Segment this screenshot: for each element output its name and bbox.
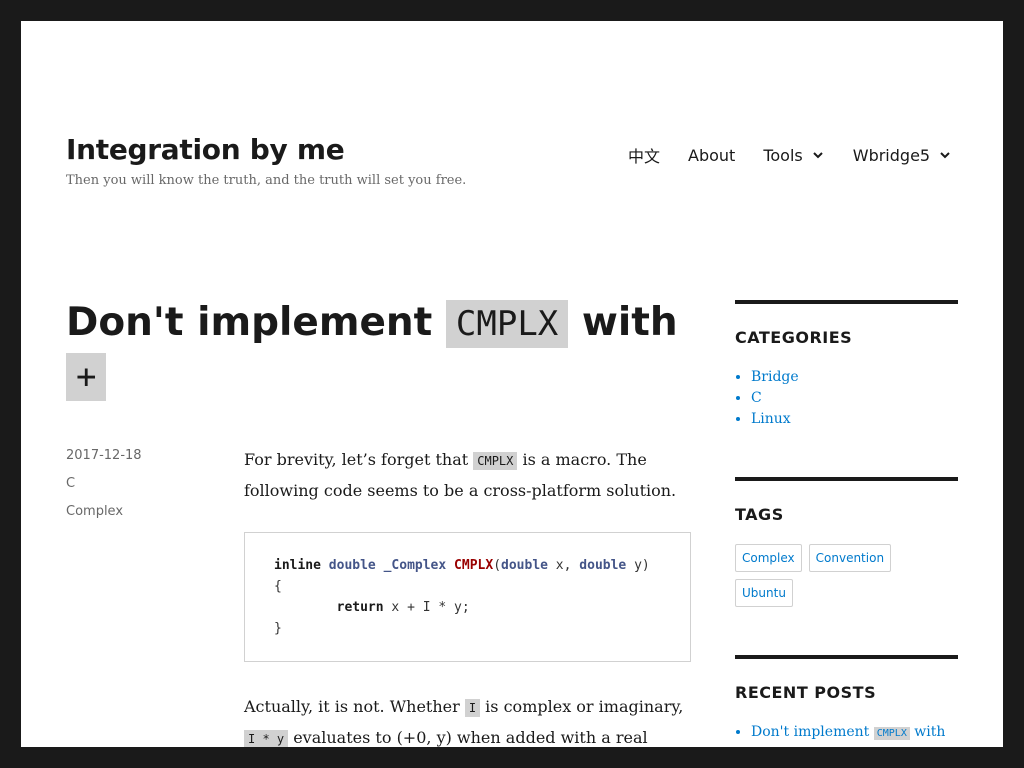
code-text: y) — [626, 558, 650, 573]
inline-code: CMPLX — [473, 452, 518, 470]
category-link-bridge[interactable]: Bridge — [751, 369, 799, 385]
code-text: x, — [547, 558, 580, 573]
code-keyword: return — [336, 600, 384, 615]
code-type: double — [328, 558, 376, 573]
text: Actually, it is not. Whether — [244, 697, 465, 716]
code-text: x + I * y; — [383, 600, 470, 615]
widget-title: TAGS — [735, 505, 784, 524]
post-title: Don't implement CMPLX with + — [66, 297, 706, 403]
inline-code: I * y — [244, 730, 289, 747]
nav-item-label: Wbridge5 — [852, 145, 931, 165]
inline-code: CMPLX — [873, 727, 910, 740]
code-text: ( — [493, 558, 502, 573]
categories-widget: CATEGORIES Bridge C Linux — [735, 300, 958, 430]
tag-link-convention[interactable]: Convention — [808, 544, 892, 572]
list-item: Bridge — [751, 367, 958, 388]
code-text: } — [274, 621, 282, 636]
post-meta: 2017-12-18 C Complex — [66, 448, 142, 532]
list-item: C — [751, 388, 958, 409]
nav-item-wbridge5[interactable]: Wbridge5 — [853, 146, 952, 165]
nav-item-chinese[interactable]: 中文 — [628, 143, 660, 167]
post-date[interactable]: 2017-12-18 — [66, 448, 142, 476]
nav-item-label: 中文 — [628, 147, 661, 166]
text: with — [909, 724, 946, 740]
text: Don't implement — [751, 724, 874, 740]
nav-item-label: About — [688, 145, 736, 165]
code-text: { — [274, 579, 282, 594]
code-block: inline double _Complex CMPLX(double x, d… — [244, 532, 691, 662]
tag-cloud: Complex Convention Ubuntu — [735, 544, 958, 614]
category-list: Bridge C Linux — [735, 367, 958, 430]
recent-posts-list: Don't implement CMPLX with + — [735, 722, 958, 747]
text: is complex or imaginary, — [480, 697, 684, 716]
chevron-down-icon[interactable] — [938, 148, 952, 162]
site-tagline: Then you will know the truth, and the tr… — [66, 173, 467, 188]
post-category[interactable]: C — [66, 476, 142, 504]
tags-widget: TAGS Complex Convention Ubuntu — [735, 477, 958, 614]
widget-title: RECENT POSTS — [735, 683, 877, 702]
text: For brevity, let’s forget that — [244, 450, 474, 469]
main-navigation: 中文 About Tools Wbridge5 — [628, 143, 952, 167]
paragraph: For brevity, let’s forget that CMPLX is … — [244, 445, 691, 505]
recent-post-link[interactable]: Don't implement CMPLX with + — [751, 724, 945, 747]
widget-title: CATEGORIES — [735, 328, 853, 347]
list-item: Don't implement CMPLX with + — [751, 722, 958, 747]
page: Integration by me Then you will know the… — [21, 21, 1003, 747]
code-type: double — [501, 558, 548, 573]
nav-item-about[interactable]: About — [688, 146, 735, 165]
text: evaluates to (+0, y) when added with a r… — [293, 728, 648, 747]
post-title-code: CMPLX — [445, 300, 569, 348]
site-title[interactable]: Integration by me — [66, 133, 345, 166]
recent-posts-widget: RECENT POSTS Don't implement CMPLX with … — [735, 655, 958, 747]
code-type: _Complex — [383, 558, 447, 573]
code-type: double — [579, 558, 627, 573]
nav-item-tools[interactable]: Tools — [763, 146, 824, 165]
post-title-text: with — [568, 300, 678, 345]
list-item: Linux — [751, 409, 958, 430]
post-content: For brevity, let’s forget that CMPLX is … — [244, 445, 691, 747]
category-link-linux[interactable]: Linux — [751, 411, 791, 427]
post-tag[interactable]: Complex — [66, 504, 142, 532]
nav-item-label: Tools — [763, 145, 803, 165]
inline-code: I — [464, 699, 481, 717]
tag-link-complex[interactable]: Complex — [735, 544, 802, 572]
code-keyword: inline — [274, 558, 321, 573]
paragraph: Actually, it is not. Whether I is comple… — [244, 692, 691, 747]
post-title-code: + — [66, 353, 107, 401]
post-title-text: Don't implement — [66, 300, 446, 345]
chevron-down-icon[interactable] — [811, 148, 825, 162]
code-function: CMPLX — [454, 558, 494, 573]
category-link-c[interactable]: C — [751, 390, 762, 406]
tag-link-ubuntu[interactable]: Ubuntu — [735, 579, 793, 607]
